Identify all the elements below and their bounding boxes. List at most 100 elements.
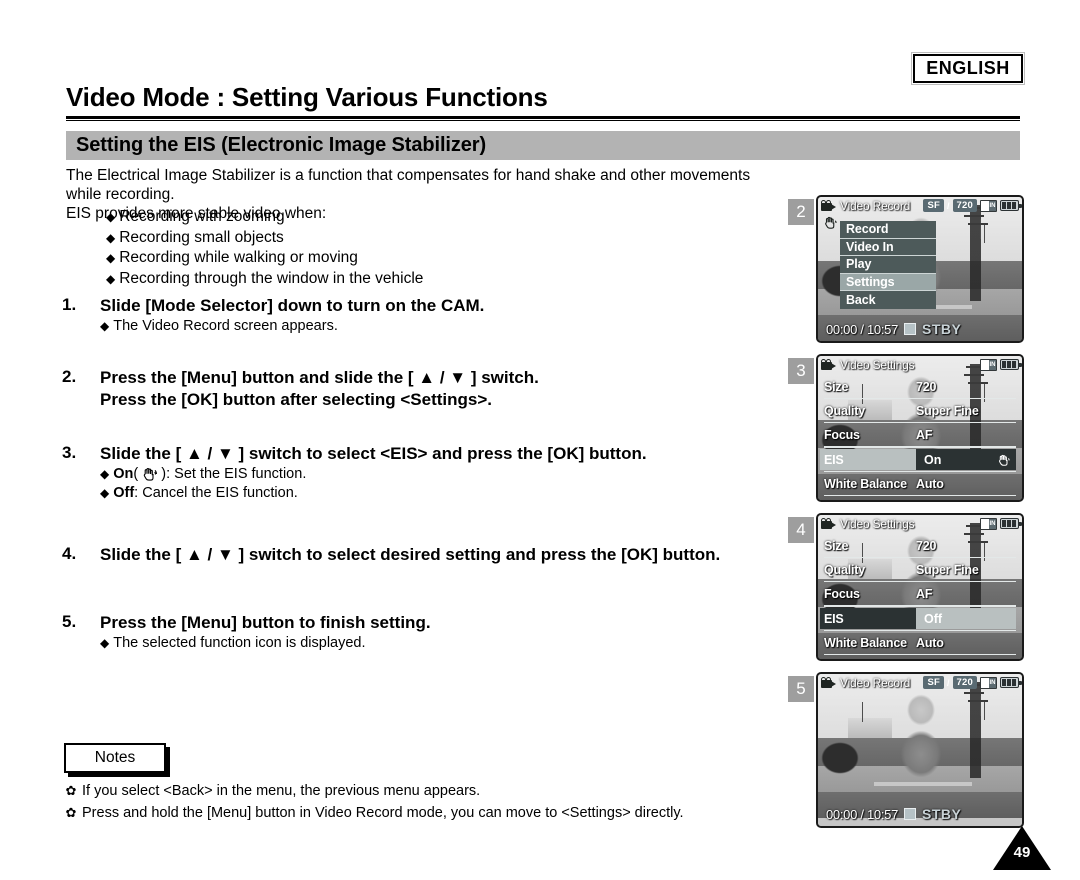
settings-row-white-balance[interactable]: White Balance Auto: [824, 472, 1016, 496]
setting-label: Focus: [824, 427, 860, 442]
diamond-bullet-icon: ◆: [100, 319, 110, 333]
setting-value-box[interactable]: Off: [916, 608, 1016, 629]
step-text: Press the [OK] button after selecting <S…: [100, 390, 493, 409]
video-settings-list[interactable]: Size 720 Quality Super Fine Focus AF EIS…: [818, 534, 1022, 655]
note-item: ✿ If you select <Back> in the menu, the …: [60, 780, 820, 802]
setting-value: Auto: [916, 635, 944, 650]
list-item: ◆ Recording while walking or moving: [106, 248, 706, 269]
timecode-label: 00:00 / 10:57: [826, 321, 898, 337]
standby-label: STBY: [922, 321, 962, 337]
setting-value: 720: [916, 379, 937, 394]
instruction-step-4: 4. Slide the [ ▲ / ▼ ] switch to select …: [62, 544, 792, 566]
main-menu[interactable]: Record Video In Play Settings Back: [840, 221, 936, 309]
video-settings-list[interactable]: Size 720 Quality Super Fine Focus AF EIS…: [818, 375, 1022, 496]
settings-row-size[interactable]: Size 720: [824, 375, 1016, 399]
camcorder-icon: [821, 518, 837, 529]
setting-label: Quality: [824, 403, 865, 418]
lcd-screen: Video Record SF / 720 IN Record Video In…: [816, 195, 1024, 343]
osd-top-bar: Video Record SF / 720 IN: [818, 674, 1022, 691]
setting-value: AF: [916, 586, 933, 601]
memory-card-icon: IN: [980, 358, 997, 371]
instruction-step-1: 1. Slide [Mode Selector] down to turn on…: [62, 295, 792, 336]
step-text: Slide the [ ▲ / ▼ ] switch to select des…: [100, 545, 721, 564]
setting-label: EIS: [820, 449, 916, 470]
menu-item-settings[interactable]: Settings: [840, 273, 936, 291]
setting-label: EIS: [820, 608, 916, 629]
diamond-bullet-icon: ◆: [100, 486, 110, 500]
eis-on-label: On: [113, 466, 134, 482]
setting-value: AF: [916, 427, 933, 442]
step-text: Slide [Mode Selector] down to turn on th…: [100, 296, 485, 315]
condition-label: Recording with zooming: [119, 208, 285, 225]
quality-value: SF: [923, 676, 945, 689]
condition-list: ◆ Recording with zooming ◆ Recording small…: [106, 207, 706, 289]
step-badge: 4: [788, 517, 814, 543]
step-number: 2.: [62, 367, 77, 386]
osd-mode-title: Video Record: [840, 198, 911, 213]
step-subnote: ◆ The Video Record screen appears.: [100, 317, 792, 336]
page-number-badge: 49: [993, 826, 1051, 870]
step-text: Press the [Menu] button and slide the [ …: [100, 368, 539, 387]
settings-row-quality[interactable]: Quality Super Fine: [824, 399, 1016, 423]
setting-label: Size: [824, 379, 849, 394]
memory-card-icon: IN: [980, 676, 997, 689]
setting-label: White Balance: [824, 635, 907, 650]
menu-item-play[interactable]: Play: [840, 256, 936, 274]
settings-row-eis[interactable]: EIS On: [820, 447, 1016, 472]
settings-row-focus[interactable]: Focus AF: [824, 582, 1016, 606]
settings-row-white-balance[interactable]: White Balance Auto: [824, 631, 1016, 655]
instruction-step-3: 3. Slide the [ ▲ / ▼ ] switch to select …: [62, 443, 792, 503]
note-text: Press and hold the [Menu] button in Vide…: [82, 805, 684, 821]
step-badge: 3: [788, 358, 814, 384]
quality-value: SF: [923, 199, 945, 212]
diamond-bullet-icon: ◆: [106, 210, 116, 224]
settings-row-focus[interactable]: Focus AF: [824, 423, 1016, 447]
memory-card-icon: IN: [980, 517, 997, 530]
battery-icon: [1000, 677, 1022, 688]
setting-value: On: [924, 452, 942, 467]
battery-icon: [1000, 359, 1022, 370]
step-number: 3.: [62, 443, 77, 462]
osd-bottom-bar: 00:00 / 10:57 STBY: [818, 806, 1022, 822]
instruction-step-5: 5. Press the [Menu] button to finish set…: [62, 612, 792, 653]
menu-item-back[interactable]: Back: [840, 291, 936, 309]
settings-row-size[interactable]: Size 720: [824, 534, 1016, 558]
step-badge: 5: [788, 676, 814, 702]
title-divider: [66, 116, 1020, 121]
settings-row-eis[interactable]: EIS Off: [820, 606, 1016, 631]
osd-bottom-bar: 00:00 / 10:57 STBY: [818, 321, 1022, 337]
camcorder-icon: [821, 677, 837, 688]
setting-label: White Balance: [824, 476, 907, 491]
menu-item-record[interactable]: Record: [840, 221, 936, 239]
menu-item-video-in[interactable]: Video In: [840, 238, 936, 256]
battery-icon: [1000, 200, 1022, 211]
language-badge: ENGLISH: [913, 54, 1023, 83]
note-text: If you select <Back> in the menu, the pr…: [82, 783, 481, 799]
list-item: ◆ Recording through the window in the veh…: [106, 269, 706, 290]
step-number: 1.: [62, 295, 77, 314]
language-badge-label: ENGLISH: [926, 58, 1010, 78]
setting-value: Super Fine: [916, 403, 979, 418]
battery-icon: [1000, 518, 1022, 529]
osd-top-bar: Video Record SF / 720 IN: [818, 197, 1022, 214]
resolution-value: 720: [952, 199, 977, 212]
condition-label: Recording through the window in the vehi…: [119, 269, 424, 287]
diamond-bullet-icon: ◆: [106, 251, 116, 265]
resolution-value: 720: [952, 676, 977, 689]
timecode-label: 00:00 / 10:57: [826, 806, 898, 822]
setting-value: 720: [916, 538, 937, 553]
osd-mode-title: Video Settings: [840, 516, 915, 531]
page-title: Video Mode : Setting Various Functions: [66, 82, 548, 112]
diamond-bullet-icon: ◆: [106, 271, 116, 286]
flower-bullet-icon: ✿: [65, 783, 77, 798]
hand-eis-icon: [823, 216, 838, 229]
memory-card-label: IN: [989, 518, 996, 529]
lcd-screen: Video Record SF / 720 IN 00:00 / 10:57 S…: [816, 672, 1024, 828]
step-subnote-text: : Set the EIS function.: [166, 466, 307, 482]
setting-value-box[interactable]: On: [916, 449, 1016, 470]
osd-mode-title: Video Record: [840, 675, 911, 690]
step-subnote: ◆ The selected function icon is displayed…: [100, 634, 792, 653]
osd-top-bar: Video Settings IN: [818, 356, 1022, 373]
settings-row-quality[interactable]: Quality Super Fine: [824, 558, 1016, 582]
diamond-bullet-icon: ◆: [106, 230, 116, 245]
